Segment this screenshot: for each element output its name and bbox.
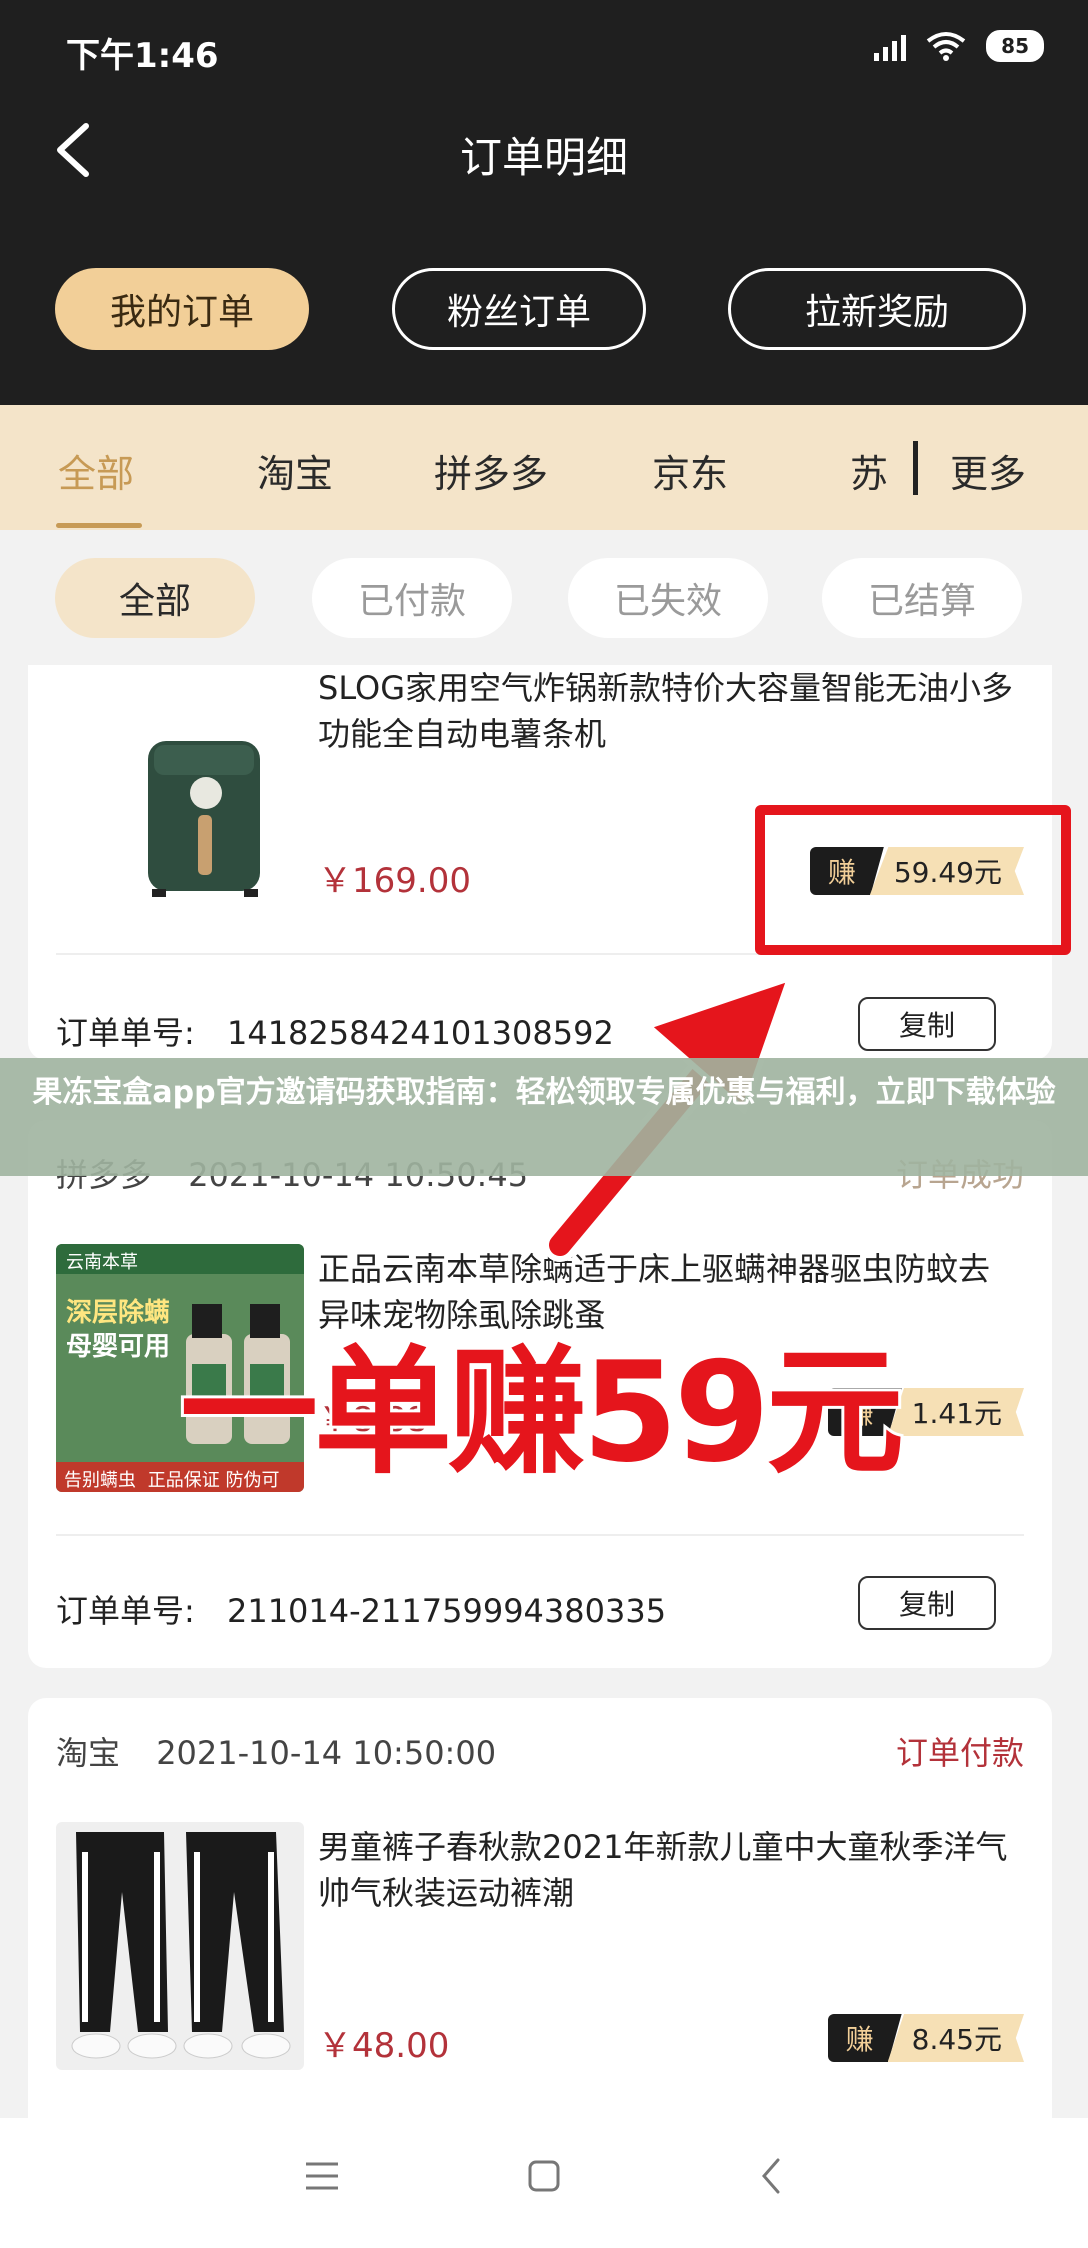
earn-value: 8.45元 [887,2014,1024,2062]
highlight-box [755,805,1071,955]
product-price: ￥48.00 [318,2026,450,2066]
filter-chip-paid[interactable]: 已付款 [312,558,512,638]
platform-tabs: 全部 淘宝 拼多多 京东 苏 更多 [0,405,1088,530]
tab-fan-orders[interactable]: 粉丝订单 [392,268,646,350]
product-image-kids-pants [56,1822,304,2070]
active-tab-indicator [56,523,142,528]
filter-chip-settled[interactable]: 已结算 [822,558,1022,638]
product-image-air-fryer [56,693,304,941]
overlay-banner: 果冻宝盒app官方邀请码获取指南：轻松领取专属优惠与福利，立即下载体验 [0,1058,1088,1176]
tab-referral-rewards[interactable]: 拉新奖励 [728,268,1026,350]
image-subline: 母婴可用 [66,1332,171,1362]
page-title: 订单明细 [459,133,628,182]
promo-text: 一单赚59元 [177,1329,907,1496]
copy-button[interactable]: 复制 [858,997,996,1051]
order-number: 211014-211759994380335 [226,1592,667,1630]
status-icons: 85 [874,30,1044,62]
battery-icon: 85 [986,30,1044,62]
status-time: 下午1:46 [66,36,219,76]
menu-icon[interactable] [302,2156,342,2196]
image-brand-text: 云南本草 [56,1244,304,1274]
wifi-icon [926,32,966,61]
platform-tab-more[interactable]: 更多 [950,443,1026,498]
back-nav-icon[interactable] [752,2156,792,2196]
copy-button[interactable]: 复制 [858,1576,996,1630]
platform-tab-taobao[interactable]: 淘宝 [257,443,333,498]
order-status: 订单付款 [895,1734,1024,1772]
order-card: 淘宝 2021-10-14 10:50:00 订单付款 男童裤子春秋款2021年… [28,1698,1052,2118]
order-header: 淘宝 2021-10-14 10:50:00 [56,1728,496,1774]
product-name: 男童裤子春秋款2021年新款儿童中大童秋季洋气帅气秋装运动裤潮 [318,1828,1008,1912]
platform-tab-pinduoduo[interactable]: 拼多多 [434,443,548,498]
image-headline: 深层除螨 [66,1298,171,1328]
filter-chip-expired[interactable]: 已失效 [568,558,768,638]
card-divider [56,1534,1024,1536]
header: 下午1:46 85 订单明细 我的订单 粉丝订单 拉新奖励 [0,0,1088,405]
filter-chip-all[interactable]: 全部 [55,558,255,638]
product-name: SLOG家用空气炸锅新款特价大容量智能无油小多功能全自动电薯条机 [318,669,1013,753]
platform-tab-jd[interactable]: 京东 [652,443,728,498]
system-nav-bar [0,2118,1088,2248]
platform-tab-all[interactable]: 全部 [58,443,134,498]
platform-tab-suning[interactable]: 苏 [850,443,902,498]
order-number-row: 订单单号: 1418258424101308592 [56,1008,614,1054]
product-price: ￥169.00 [318,861,471,901]
home-icon[interactable] [524,2156,564,2196]
order-number-label: 订单单号: [56,1014,195,1052]
order-platform: 淘宝 [56,1734,121,1772]
signal-icon [874,31,907,61]
order-number-row: 订单单号: 211014-211759994380335 [56,1586,666,1632]
earn-badge: 赚 8.45元 [827,2014,1024,2062]
tab-my-orders[interactable]: 我的订单 [55,268,309,350]
image-badge-text: 告别螨虫 [64,1470,136,1491]
order-number: 1418258424101308592 [226,1014,614,1052]
tab-divider [913,441,918,495]
order-time: 2021-10-14 10:50:00 [156,1734,497,1772]
order-number-label: 订单单号: [56,1592,195,1630]
earn-value: 1.41元 [887,1388,1024,1436]
